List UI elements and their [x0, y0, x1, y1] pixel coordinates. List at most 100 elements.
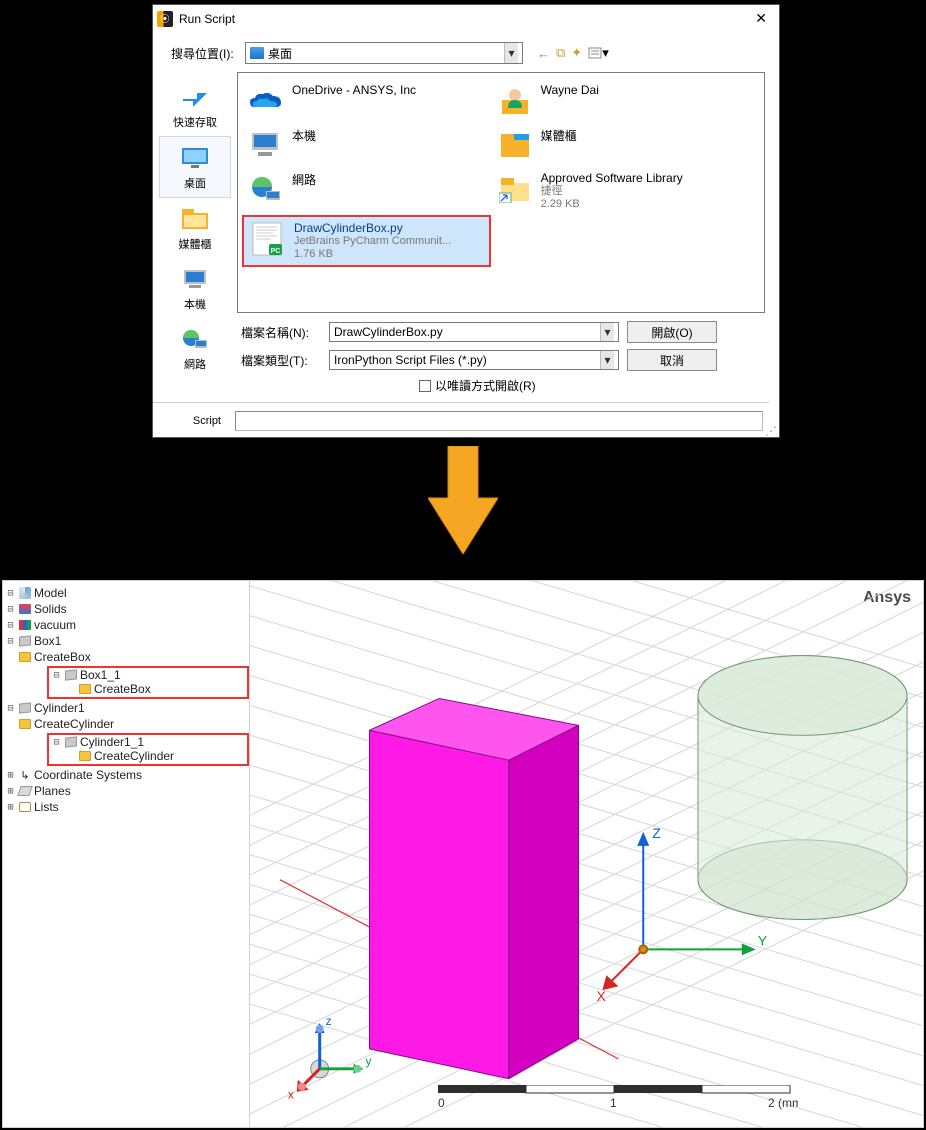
- item-selected-script[interactable]: PC DrawCylinderBox.py JetBrains PyCharm …: [242, 215, 491, 267]
- filename-value: DrawCylinderBox.py: [334, 325, 443, 339]
- readonly-checkbox[interactable]: [419, 380, 431, 392]
- item-onedrive[interactable]: OneDrive - ANSYS, Inc: [242, 79, 491, 123]
- item-label: 網路: [292, 171, 316, 188]
- new-folder-icon[interactable]: ✦: [571, 45, 582, 61]
- item-network[interactable]: 網路: [242, 167, 491, 215]
- svg-text:X: X: [596, 988, 605, 1004]
- tree-cyl1[interactable]: Cylinder1: [34, 701, 85, 715]
- item-wayne[interactable]: Wayne Dai: [491, 79, 740, 123]
- tree-createbox[interactable]: CreateBox: [34, 650, 91, 664]
- model-tree[interactable]: ⊟Model ⊟Solids ⊟vacuum ⊟Box1 CreateBox ⊟…: [3, 581, 249, 1127]
- place-thispc[interactable]: 本機: [159, 258, 231, 318]
- item-sub: JetBrains PyCharm Communit...: [294, 235, 451, 248]
- tree-lists[interactable]: Lists: [34, 800, 59, 814]
- file-list[interactable]: OneDrive - ANSYS, Inc Wayne Dai 本機 媒體櫃: [237, 72, 765, 313]
- view-menu[interactable]: ▾: [588, 45, 609, 61]
- svg-text:y: y: [365, 1054, 371, 1068]
- cancel-button[interactable]: 取消: [627, 349, 717, 371]
- filename-combo[interactable]: DrawCylinderBox.py ▾: [329, 322, 619, 342]
- item-size: 1.76 KB: [294, 248, 451, 261]
- tree-vacuum[interactable]: vacuum: [34, 618, 76, 632]
- item-label: DrawCylinderBox.py: [294, 221, 451, 235]
- triad-corner: z y x: [288, 1014, 372, 1102]
- isometric-grid: Z Y X z y: [250, 581, 923, 1127]
- tree-cs[interactable]: Coordinate Systems: [34, 768, 142, 782]
- cloud-icon: [248, 89, 284, 113]
- item-label: 媒體櫃: [541, 127, 577, 144]
- svg-text:2 (mm): 2 (mm): [768, 1096, 798, 1110]
- tree-cyl1-1[interactable]: Cylinder1_1: [80, 735, 144, 749]
- svg-text:PC: PC: [271, 248, 281, 255]
- lookin-label: 搜尋位置(I):: [171, 45, 239, 62]
- tree-box1[interactable]: Box1: [34, 634, 61, 648]
- chevron-down-icon[interactable]: ▾: [504, 43, 518, 63]
- tree-createbox2[interactable]: CreateBox: [94, 682, 151, 696]
- ansys-result: ⊟Model ⊟Solids ⊟vacuum ⊟Box1 CreateBox ⊟…: [2, 580, 924, 1128]
- tree-solids[interactable]: Solids: [34, 602, 67, 616]
- svg-text:z: z: [326, 1014, 332, 1028]
- place-label: 快速存取: [159, 114, 231, 130]
- place-label: 媒體櫃: [159, 236, 231, 252]
- resize-grip[interactable]: ⋰: [765, 427, 777, 435]
- svg-text:Y: Y: [758, 932, 767, 948]
- chevron-down-icon[interactable]: ▾: [600, 323, 614, 341]
- item-label: Wayne Dai: [541, 83, 599, 97]
- titlebar[interactable]: ⦿ Run Script ✕: [153, 5, 779, 32]
- pyfile-icon: PC: [251, 222, 285, 256]
- lookin-row: 搜尋位置(I): 桌面 ▾ ← ⧉ ✦ ▾: [153, 38, 769, 72]
- tree-createcyl2[interactable]: CreateCylinder: [94, 749, 174, 763]
- up-icon[interactable]: ⧉: [556, 45, 565, 61]
- lookin-combo[interactable]: 桌面 ▾: [245, 42, 523, 64]
- place-label: 本機: [159, 296, 231, 312]
- place-libraries[interactable]: 媒體櫃: [159, 198, 231, 258]
- toolbar-nav: ← ⧉ ✦ ▾: [537, 45, 609, 61]
- filetype-combo[interactable]: IronPython Script Files (*.py) ▾: [329, 350, 619, 370]
- close-button[interactable]: ✕: [747, 10, 775, 27]
- svg-text:Z: Z: [652, 825, 661, 841]
- network-icon: [250, 175, 282, 203]
- lookin-value: 桌面: [268, 45, 292, 62]
- places-bar: 快速存取 桌面 媒體櫃 本機: [153, 72, 237, 313]
- script-dropbox[interactable]: [235, 411, 763, 431]
- tree-box1-1[interactable]: Box1_1: [80, 668, 121, 682]
- svg-text:0: 0: [438, 1096, 445, 1110]
- filetype-label: 檔案類型(T):: [241, 352, 321, 369]
- magenta-box: [369, 698, 578, 1078]
- item-sub: 捷徑: [541, 185, 683, 198]
- tree-planes[interactable]: Planes: [34, 784, 71, 798]
- user-folder-icon: [500, 86, 530, 116]
- item-thispc[interactable]: 本機: [242, 123, 491, 167]
- libraries-icon: [181, 207, 209, 231]
- script-label: Script: [153, 415, 235, 427]
- highlight-box1_1: ⊟Box1_1 CreateBox: [47, 666, 249, 699]
- green-cylinder: [698, 656, 907, 920]
- desktop-icon: [180, 146, 210, 170]
- highlight-cyl1_1: ⊟Cylinder1_1 CreateCylinder: [47, 733, 249, 766]
- script-row: Script: [153, 402, 769, 437]
- scale-bar: 0 1 2 (mm): [438, 1085, 798, 1115]
- readonly-label: 以唯讀方式開啟(R): [435, 377, 536, 394]
- shortcut-folder-icon: [499, 175, 531, 203]
- thispc-icon: [181, 268, 209, 290]
- run-script-dialog: ⦿ Run Script ✕ 搜尋位置(I): 桌面 ▾ ← ⧉ ✦ ▾: [152, 4, 780, 438]
- back-icon[interactable]: ←: [537, 46, 550, 61]
- window-title: Run Script: [179, 12, 235, 26]
- filetype-value: IronPython Script Files (*.py): [334, 353, 487, 367]
- tree-createcyl[interactable]: CreateCylinder: [34, 717, 114, 731]
- quickaccess-icon: [181, 85, 209, 109]
- viewport-3d[interactable]: Ansys: [249, 581, 923, 1127]
- item-approved[interactable]: Approved Software Library 捷徑 2.29 KB: [491, 167, 740, 215]
- readonly-row[interactable]: 以唯讀方式開啟(R): [241, 377, 769, 394]
- open-button[interactable]: 開啟(O): [627, 321, 717, 343]
- item-media[interactable]: 媒體櫃: [491, 123, 740, 167]
- item-label: OneDrive - ANSYS, Inc: [292, 83, 416, 97]
- chevron-down-icon[interactable]: ▾: [600, 351, 614, 369]
- place-desktop[interactable]: 桌面: [159, 136, 231, 198]
- item-size: 2.29 KB: [541, 198, 683, 211]
- svg-text:1: 1: [610, 1096, 617, 1110]
- libraries-icon: [499, 131, 531, 159]
- arrow-down-icon: [428, 446, 498, 554]
- tree-model[interactable]: Model: [34, 586, 67, 600]
- svg-text:x: x: [288, 1088, 294, 1102]
- place-quickaccess[interactable]: 快速存取: [159, 76, 231, 136]
